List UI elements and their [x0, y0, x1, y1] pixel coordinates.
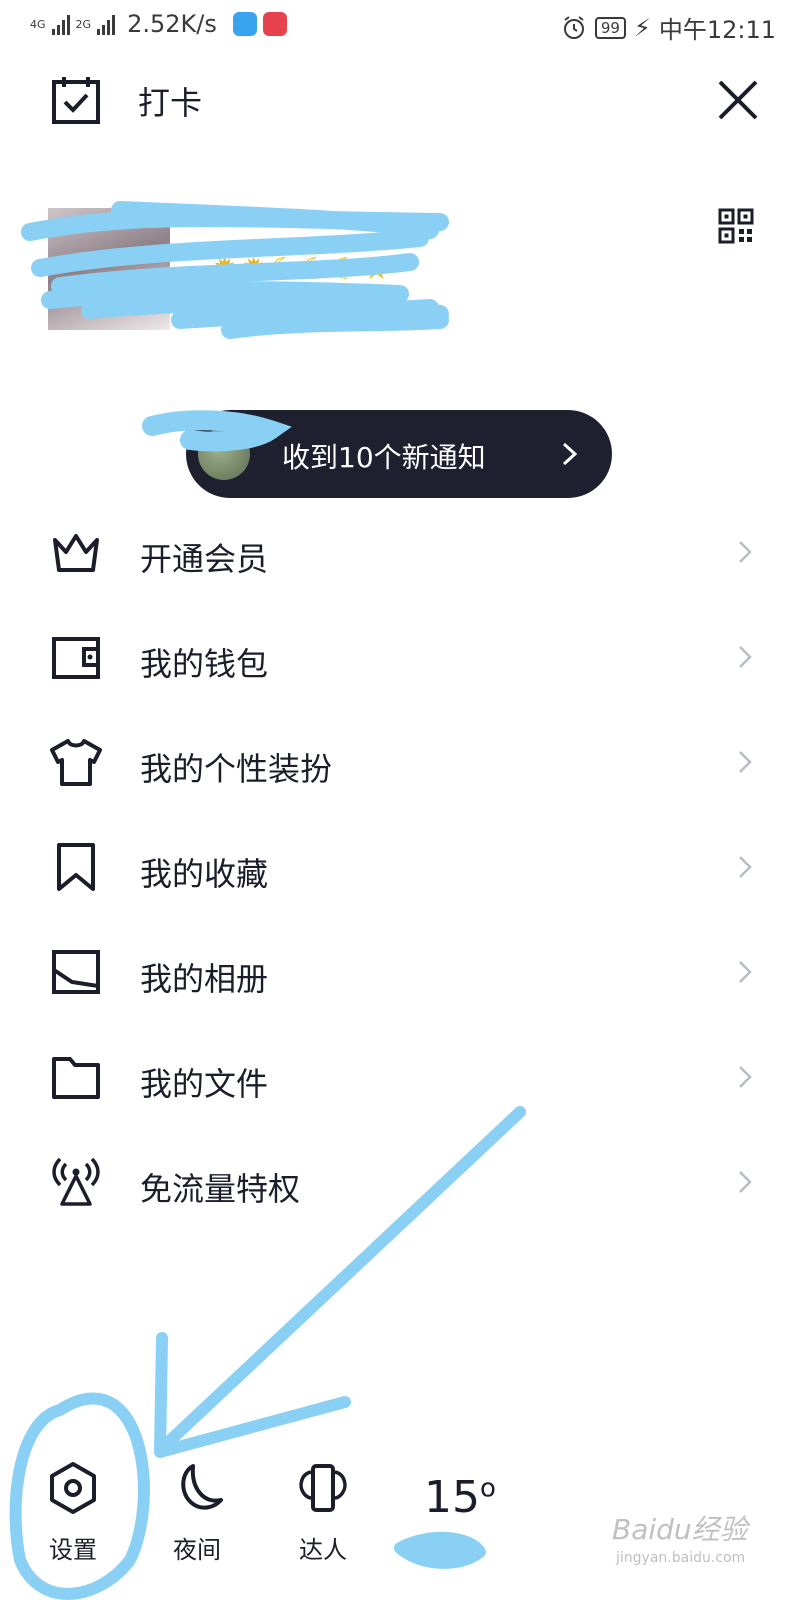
- watermark-url: jingyan.baidu.com: [616, 1550, 746, 1566]
- crown-icon: [53, 534, 99, 572]
- chevron-right-icon: [739, 541, 752, 563]
- degree-symbol: o: [480, 1473, 496, 1504]
- header: 打卡: [0, 60, 800, 140]
- temperature-value: 15: [424, 1472, 480, 1523]
- menu-item-album[interactable]: 我的相册: [0, 920, 800, 1025]
- moon-badge-icon: ☾: [332, 252, 359, 287]
- menu-item-vip[interactable]: 开通会员: [0, 500, 800, 605]
- notification-text: 收到10个新通知: [282, 441, 486, 474]
- charging-icon: ⚡: [633, 13, 651, 42]
- alarm-icon: [563, 15, 584, 39]
- notification-avatar: [198, 428, 250, 480]
- bookmark-icon: [57, 843, 95, 891]
- menu-item-favorites[interactable]: 我的收藏: [0, 815, 800, 920]
- moon-badge-icon: ☾: [301, 252, 329, 287]
- settings-hexagon-icon: [50, 1462, 96, 1514]
- check-in-title[interactable]: 打卡: [138, 78, 202, 124]
- sun-badge-icon: ✹: [212, 252, 238, 287]
- network-type-2: 2G: [75, 17, 92, 31]
- menu-item-label: 我的文件: [140, 1065, 269, 1103]
- browser-app-icon: [232, 12, 257, 36]
- battery-indicator: 99: [594, 16, 626, 39]
- watermark-brand: Baidu经验: [612, 1513, 748, 1546]
- settings-label: 设置: [49, 1536, 97, 1564]
- moon-badge-icon: ☾: [270, 252, 298, 287]
- network-type-1: 4G: [30, 17, 46, 31]
- profile-card[interactable]: ✹ ✹ ☾ ☾ ☾ ★: [0, 190, 800, 360]
- sun-badge-icon: ✹: [241, 252, 267, 287]
- expert-label: 达人: [299, 1536, 347, 1564]
- menu-item-label: 我的收藏: [140, 855, 269, 893]
- night-mode-button[interactable]: 夜间: [152, 1460, 242, 1565]
- chevron-right-icon: [739, 1066, 752, 1088]
- notification-pill[interactable]: 收到10个新通知: [186, 410, 612, 498]
- signal-bars-icon: [97, 13, 116, 35]
- signal-bars-icon: [51, 13, 70, 35]
- temperature-widget[interactable]: 15o: [424, 1472, 496, 1523]
- chevron-right-icon: [739, 856, 752, 878]
- winged-phone-icon: [299, 1464, 347, 1512]
- menu-item-label: 我的个性装扮: [140, 750, 333, 788]
- status-bar: 4G 2G 2.52K/s 99 ⚡ 中午12:11: [0, 0, 800, 54]
- star-badge-icon: ★: [363, 252, 390, 287]
- tshirt-icon: [50, 739, 102, 786]
- chevron-right-icon: [562, 442, 578, 466]
- menu-list: 开通会员 我的钱包 我的个性装扮 我的收藏 我的相册 我的文件 免流量特权: [0, 500, 800, 1235]
- reader-app-icon: [262, 12, 287, 36]
- menu-item-label: 开通会员: [140, 540, 269, 578]
- menu-item-label: 我的相册: [140, 960, 269, 998]
- menu-item-wallet[interactable]: 我的钱包: [0, 605, 800, 710]
- chevron-right-icon: [739, 1171, 752, 1193]
- night-mode-label: 夜间: [173, 1536, 221, 1564]
- menu-item-files[interactable]: 我的文件: [0, 1025, 800, 1130]
- network-speed: 2.52K/s: [127, 10, 217, 38]
- chevron-right-icon: [739, 646, 752, 668]
- menu-item-free-data[interactable]: 免流量特权: [0, 1130, 800, 1235]
- wallet-icon: [52, 637, 100, 679]
- qr-code-icon[interactable]: [718, 208, 754, 244]
- level-badges: ✹ ✹ ☾ ☾ ☾ ★: [212, 252, 390, 287]
- chevron-right-icon: [739, 961, 752, 983]
- screen: 4G 2G 2.52K/s 99 ⚡ 中午12:11 打卡 ✹ ✹ ☾ ☾ ☾ …: [0, 0, 800, 1600]
- moon-icon: [181, 1464, 223, 1510]
- menu-item-label: 免流量特权: [140, 1170, 301, 1208]
- menu-item-dress-up[interactable]: 我的个性装扮: [0, 710, 800, 815]
- expert-button[interactable]: 达人: [278, 1460, 368, 1565]
- photo-album-icon: [52, 950, 100, 994]
- chevron-right-icon: [739, 751, 752, 773]
- signal-tower-icon: [52, 1157, 100, 1206]
- clock: 中午12:11: [658, 16, 776, 44]
- menu-item-label: 我的钱包: [140, 645, 269, 683]
- folder-icon: [52, 1057, 100, 1099]
- avatar[interactable]: [48, 208, 170, 330]
- status-bar-right: 99 ⚡ 中午12:11: [561, 10, 776, 45]
- status-bar-left: 4G 2G 2.52K/s: [30, 10, 287, 38]
- settings-button[interactable]: 设置: [28, 1460, 118, 1565]
- calendar-check-icon[interactable]: [50, 74, 102, 126]
- close-icon[interactable]: [716, 78, 760, 122]
